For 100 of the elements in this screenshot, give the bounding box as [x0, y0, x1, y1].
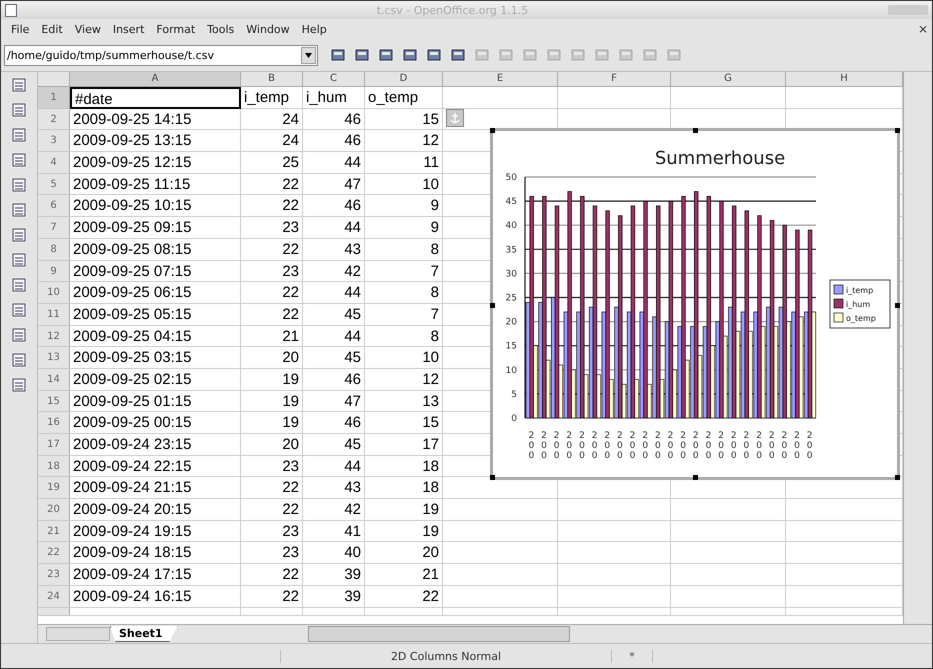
row-header[interactable]: 4 — [38, 152, 70, 174]
row-header[interactable]: 12 — [38, 326, 70, 348]
category-label: 200 — [668, 431, 674, 461]
table-cell: 12 — [365, 368, 443, 391]
table-cell: 22 — [241, 238, 303, 260]
column-header[interactable]: F — [558, 72, 671, 87]
category-label: 200 — [604, 431, 610, 461]
modified-indicator: * — [612, 650, 653, 662]
category-label: 200 — [579, 431, 585, 461]
table-cell: 47 — [303, 174, 365, 196]
category-label: 200 — [756, 431, 762, 461]
row-header[interactable]: 18 — [38, 456, 70, 478]
row-header[interactable]: 10 — [38, 282, 70, 304]
row-header[interactable]: 13 — [38, 347, 70, 369]
axis-tick-label: 0 — [511, 414, 517, 424]
row-header[interactable]: 7 — [38, 217, 70, 239]
axis-tick-label: 20 — [506, 318, 517, 328]
menu-item[interactable]: File — [5, 22, 36, 36]
row-header[interactable]: 17 — [38, 434, 70, 456]
chart-frame[interactable]: Summerhouse 0 5 10 15 20 25 30 35 40 45 50 200 200 200 200 200 200 200 200 200 200 200 200 200 200 200 200 200 200 200 200 200 200 200 i_temp i_hum o_temp — [490, 128, 900, 480]
table-cell: 2009-09-25 01:15 — [70, 390, 241, 412]
row-header[interactable]: 14 — [38, 368, 70, 391]
row-header[interactable]: 23 — [38, 564, 70, 586]
menu-item[interactable]: Window — [240, 22, 296, 36]
row-header[interactable]: 19 — [38, 477, 70, 500]
menu-item[interactable]: Insert — [106, 22, 150, 36]
column-header[interactable]: G — [671, 72, 786, 87]
axis-tick-label: 35 — [506, 245, 517, 256]
row-header[interactable]: 3 — [38, 130, 70, 152]
table-cell: 13 — [365, 390, 443, 412]
table-cell: 46 — [303, 195, 365, 218]
table-cell: 8 — [365, 326, 443, 348]
table-cell: 22 — [241, 195, 303, 218]
table-cell: 45 — [303, 347, 365, 369]
table-cell: 19 — [241, 412, 303, 434]
table-cell: 22 — [241, 564, 303, 586]
table-cell: 42 — [303, 260, 365, 282]
legend-label: i_temp — [846, 286, 874, 295]
menu-item[interactable]: Edit — [35, 22, 69, 36]
table-cell: 20 — [365, 542, 443, 564]
table-cell: 23 — [241, 217, 303, 239]
table-cell: 21 — [365, 564, 443, 586]
row-header[interactable]: 9 — [38, 260, 70, 282]
menu-item[interactable]: Tools — [201, 22, 240, 36]
menu-item[interactable]: View — [68, 22, 107, 36]
table-cell: 42 — [303, 499, 365, 521]
table-cell: 46 — [303, 368, 365, 391]
table-cell: 20 — [241, 347, 303, 369]
table-cell: 8 — [365, 282, 443, 304]
column-header[interactable]: A — [70, 72, 241, 87]
table-cell: i_hum — [303, 87, 365, 109]
table-cell: 19 — [241, 390, 303, 412]
table-cell: 23 — [241, 456, 303, 478]
sheet-tab[interactable]: Sheet1 — [110, 626, 178, 642]
path-field[interactable]: /home/guido/tmp/summerhouse/t.csv — [4, 44, 318, 66]
table-cell: 44 — [303, 326, 365, 348]
row-header[interactable]: 8 — [38, 238, 70, 260]
table-cell: 43 — [303, 238, 365, 260]
table-cell: 23 — [241, 542, 303, 564]
row-header[interactable]: 22 — [38, 542, 70, 564]
table-cell: 44 — [303, 456, 365, 478]
table-cell: 19 — [365, 499, 443, 521]
table-cell: 2009-09-25 09:15 — [70, 217, 241, 239]
row-header[interactable]: 16 — [38, 412, 70, 434]
row-header[interactable]: 1 — [38, 87, 70, 109]
row-header[interactable]: 6 — [38, 195, 70, 218]
category-label: 200 — [680, 431, 686, 461]
table-cell: i_temp — [241, 87, 303, 109]
table-cell: 45 — [303, 304, 365, 326]
row-header[interactable]: 15 — [38, 390, 70, 412]
table-cell: 8 — [365, 238, 443, 260]
table-cell: 11 — [365, 152, 443, 174]
row-header[interactable]: 5 — [38, 174, 70, 196]
column-header[interactable]: B — [241, 72, 303, 87]
row-header[interactable]: 24 — [38, 586, 70, 608]
table-cell: 2009-09-25 02:15 — [70, 368, 241, 391]
table-cell: 9 — [365, 217, 443, 239]
table-cell: 2009-09-24 22:15 — [70, 456, 241, 478]
menu-item[interactable]: Format — [150, 22, 202, 36]
table-cell: 2009-09-25 07:15 — [70, 260, 241, 282]
table-cell: 22 — [241, 477, 303, 500]
menu-item[interactable]: Help — [296, 22, 333, 36]
table-cell: 17 — [365, 434, 443, 456]
row-header[interactable]: 2 — [38, 108, 70, 130]
column-header[interactable]: E — [443, 72, 558, 87]
column-header[interactable]: C — [303, 72, 365, 87]
row-header[interactable]: 21 — [38, 520, 70, 542]
axis-tick-label: 30 — [506, 269, 517, 280]
table-cell: 2009-09-24 18:15 — [70, 542, 241, 564]
category-label: 200 — [630, 431, 636, 461]
row-header[interactable]: 20 — [38, 499, 70, 521]
row-header[interactable]: 11 — [38, 304, 70, 326]
table-cell: 2009-09-24 21:15 — [70, 477, 241, 500]
close-button[interactable]: × — [918, 22, 932, 36]
table-cell: 18 — [365, 456, 443, 478]
category-label: 200 — [654, 431, 661, 461]
table-cell: 24 — [241, 108, 303, 130]
table-cell: 22 — [241, 304, 303, 326]
column-header[interactable]: D — [365, 72, 443, 87]
table-cell: 40 — [303, 542, 365, 564]
